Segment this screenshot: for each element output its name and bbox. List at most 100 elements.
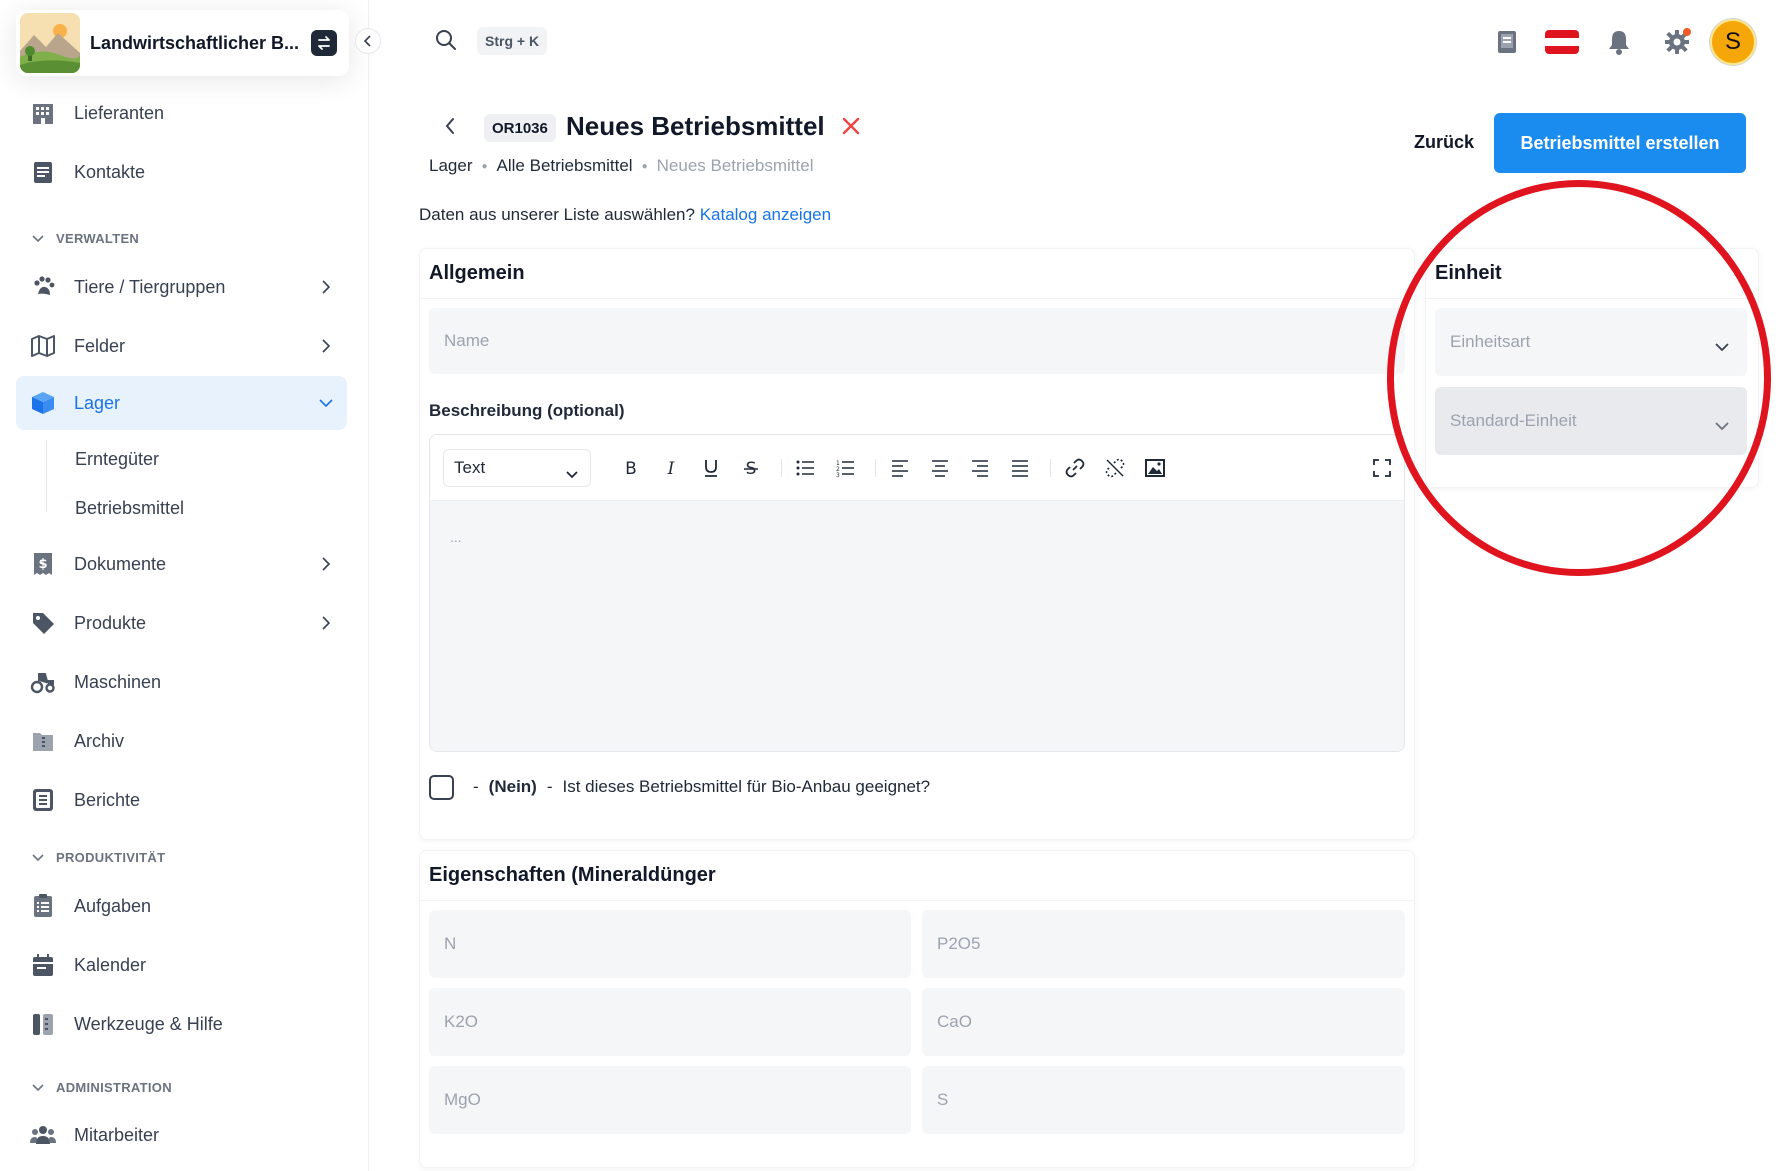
language-flag-icon[interactable] bbox=[1545, 25, 1579, 59]
chevron-down-icon bbox=[319, 396, 333, 410]
shortcut-hint: Strg + K bbox=[477, 27, 548, 55]
sidebar-subitem-erntegueter[interactable]: Erntegüter bbox=[75, 449, 159, 470]
collapse-sidebar-button[interactable] bbox=[355, 28, 381, 54]
map-icon bbox=[30, 333, 56, 359]
unit-type-select[interactable]: Einheitsart bbox=[1435, 308, 1747, 376]
fullscreen-icon[interactable] bbox=[1369, 455, 1395, 481]
section-produktivitaet[interactable]: PRODUKTIVITÄT bbox=[32, 850, 165, 865]
svg-text:$: $ bbox=[38, 557, 47, 572]
sidebar-item-lager[interactable]: Lager bbox=[16, 376, 347, 430]
link-icon[interactable] bbox=[1062, 455, 1088, 481]
bold-icon[interactable]: B bbox=[618, 455, 644, 481]
back-button[interactable]: Zurück bbox=[1414, 132, 1474, 153]
brand-logo bbox=[20, 13, 80, 73]
chevron-right-icon bbox=[319, 616, 333, 630]
tag-icon bbox=[30, 610, 56, 636]
sidebar: Landwirtschaftlicher B... Lieferanten Ko… bbox=[0, 0, 381, 1171]
search-icon[interactable] bbox=[434, 28, 458, 57]
archive-icon bbox=[30, 728, 56, 754]
sidebar-item-maschinen[interactable]: Maschinen bbox=[16, 655, 347, 709]
sidebar-item-label: Felder bbox=[74, 335, 126, 356]
bell-icon[interactable] bbox=[1602, 25, 1636, 59]
image-icon[interactable] bbox=[1142, 455, 1168, 481]
create-button[interactable]: Betriebsmittel erstellen bbox=[1494, 113, 1746, 173]
text-format-select[interactable]: Text bbox=[443, 449, 591, 487]
sidebar-item-werkzeuge[interactable]: Werkzeuge & Hilfe bbox=[16, 997, 347, 1051]
submenu-line bbox=[46, 440, 47, 512]
chevron-right-icon bbox=[319, 557, 333, 571]
breadcrumb-lager[interactable]: Lager bbox=[429, 156, 472, 176]
sidebar-item-lieferanten[interactable]: Lieferanten bbox=[16, 86, 347, 140]
sidebar-item-mitarbeiter[interactable]: Mitarbeiter bbox=[16, 1108, 347, 1162]
chevron-down-icon bbox=[1715, 416, 1729, 436]
unit-title: Einheit bbox=[1435, 262, 1502, 284]
sidebar-item-berichte[interactable]: Berichte bbox=[16, 773, 347, 827]
properties-title: Eigenschaften (Mineraldünger bbox=[429, 864, 716, 886]
sidebar-item-kalender[interactable]: Kalender bbox=[16, 938, 347, 992]
chevron-down-icon bbox=[566, 464, 578, 484]
sidebar-item-tiere[interactable]: Tiere / Tiergruppen bbox=[16, 260, 347, 314]
building-icon bbox=[30, 100, 56, 126]
tools-icon bbox=[30, 1011, 56, 1037]
section-administration[interactable]: ADMINISTRATION bbox=[32, 1080, 172, 1095]
sidebar-item-label: Tiere / Tiergruppen bbox=[74, 276, 226, 297]
align-right-icon[interactable] bbox=[967, 455, 993, 481]
report-icon bbox=[30, 787, 56, 813]
gear-icon[interactable] bbox=[1660, 25, 1694, 59]
book-icon[interactable] bbox=[1490, 25, 1524, 59]
property-p2o5-input[interactable]: P2O5 bbox=[922, 910, 1405, 978]
general-title: Allgemein bbox=[429, 262, 525, 284]
numbered-list-icon[interactable]: 123 bbox=[832, 455, 858, 481]
align-center-icon[interactable] bbox=[927, 455, 953, 481]
unlink-icon[interactable] bbox=[1102, 455, 1128, 481]
sidebar-item-label: Kalender bbox=[74, 954, 147, 975]
user-avatar[interactable]: S bbox=[1710, 19, 1756, 65]
align-left-icon[interactable] bbox=[887, 455, 913, 481]
editor-toolbar: Text B I S 123 bbox=[430, 435, 1404, 501]
sidebar-item-aufgaben[interactable]: Aufgaben bbox=[16, 879, 347, 933]
svg-text:S: S bbox=[746, 459, 757, 477]
align-justify-icon[interactable] bbox=[1007, 455, 1033, 481]
sidebar-item-label: Mitarbeiter bbox=[74, 1124, 160, 1145]
name-input[interactable]: Name bbox=[429, 308, 1405, 374]
property-s-input[interactable]: S bbox=[922, 1066, 1405, 1134]
back-arrow-icon[interactable] bbox=[444, 116, 456, 141]
brand-switcher[interactable]: Landwirtschaftlicher B... bbox=[16, 10, 349, 76]
close-icon[interactable] bbox=[841, 116, 861, 141]
chevron-right-icon bbox=[319, 339, 333, 353]
sidebar-item-dokumente[interactable]: $ Dokumente bbox=[16, 537, 347, 591]
sidebar-item-kontakte[interactable]: Kontakte bbox=[16, 145, 347, 199]
catalog-hint: Daten aus unserer Liste auswählen? Katal… bbox=[419, 205, 832, 224]
property-mgo-input[interactable]: MgO bbox=[429, 1066, 911, 1134]
property-n-input[interactable]: N bbox=[429, 910, 911, 978]
contacts-icon bbox=[30, 159, 56, 185]
description-textarea[interactable]: ... bbox=[430, 501, 1404, 751]
switch-icon[interactable] bbox=[311, 30, 337, 56]
strikethrough-icon[interactable]: S bbox=[738, 455, 764, 481]
box-icon bbox=[30, 390, 56, 416]
sidebar-item-felder[interactable]: Felder bbox=[16, 319, 347, 373]
sidebar-item-label: Maschinen bbox=[74, 671, 162, 692]
svg-text:3: 3 bbox=[836, 472, 840, 477]
section-verwalten[interactable]: VERWALTEN bbox=[32, 231, 139, 246]
sidebar-subitem-betriebsmittel[interactable]: Betriebsmittel bbox=[75, 498, 184, 519]
italic-icon[interactable]: I bbox=[658, 455, 684, 481]
svg-text:I: I bbox=[667, 459, 675, 477]
sidebar-item-label: Kontakte bbox=[74, 161, 146, 182]
bio-checkbox[interactable] bbox=[429, 775, 454, 800]
sidebar-item-label: Dokumente bbox=[74, 553, 167, 574]
standard-unit-select[interactable]: Standard-Einheit bbox=[1435, 387, 1747, 455]
sidebar-item-produkte[interactable]: Produkte bbox=[16, 596, 347, 650]
sidebar-item-archiv[interactable]: Archiv bbox=[16, 714, 347, 768]
invoice-icon: $ bbox=[30, 551, 56, 577]
property-cao-input[interactable]: CaO bbox=[922, 988, 1405, 1056]
paw-icon bbox=[30, 274, 56, 300]
underline-icon[interactable] bbox=[698, 455, 724, 481]
property-k2o-input[interactable]: K2O bbox=[429, 988, 911, 1056]
bio-label: - (Nein) - Ist dieses Betriebsmittel für… bbox=[473, 777, 931, 796]
bullet-list-icon[interactable] bbox=[792, 455, 818, 481]
catalog-link[interactable]: Katalog anzeigen bbox=[700, 205, 831, 224]
breadcrumb-current: Neues Betriebsmittel bbox=[656, 156, 814, 175]
breadcrumb-alle-betriebsmittel[interactable]: Alle Betriebsmittel bbox=[497, 156, 633, 176]
brand-name: Landwirtschaftlicher B... bbox=[90, 32, 300, 53]
